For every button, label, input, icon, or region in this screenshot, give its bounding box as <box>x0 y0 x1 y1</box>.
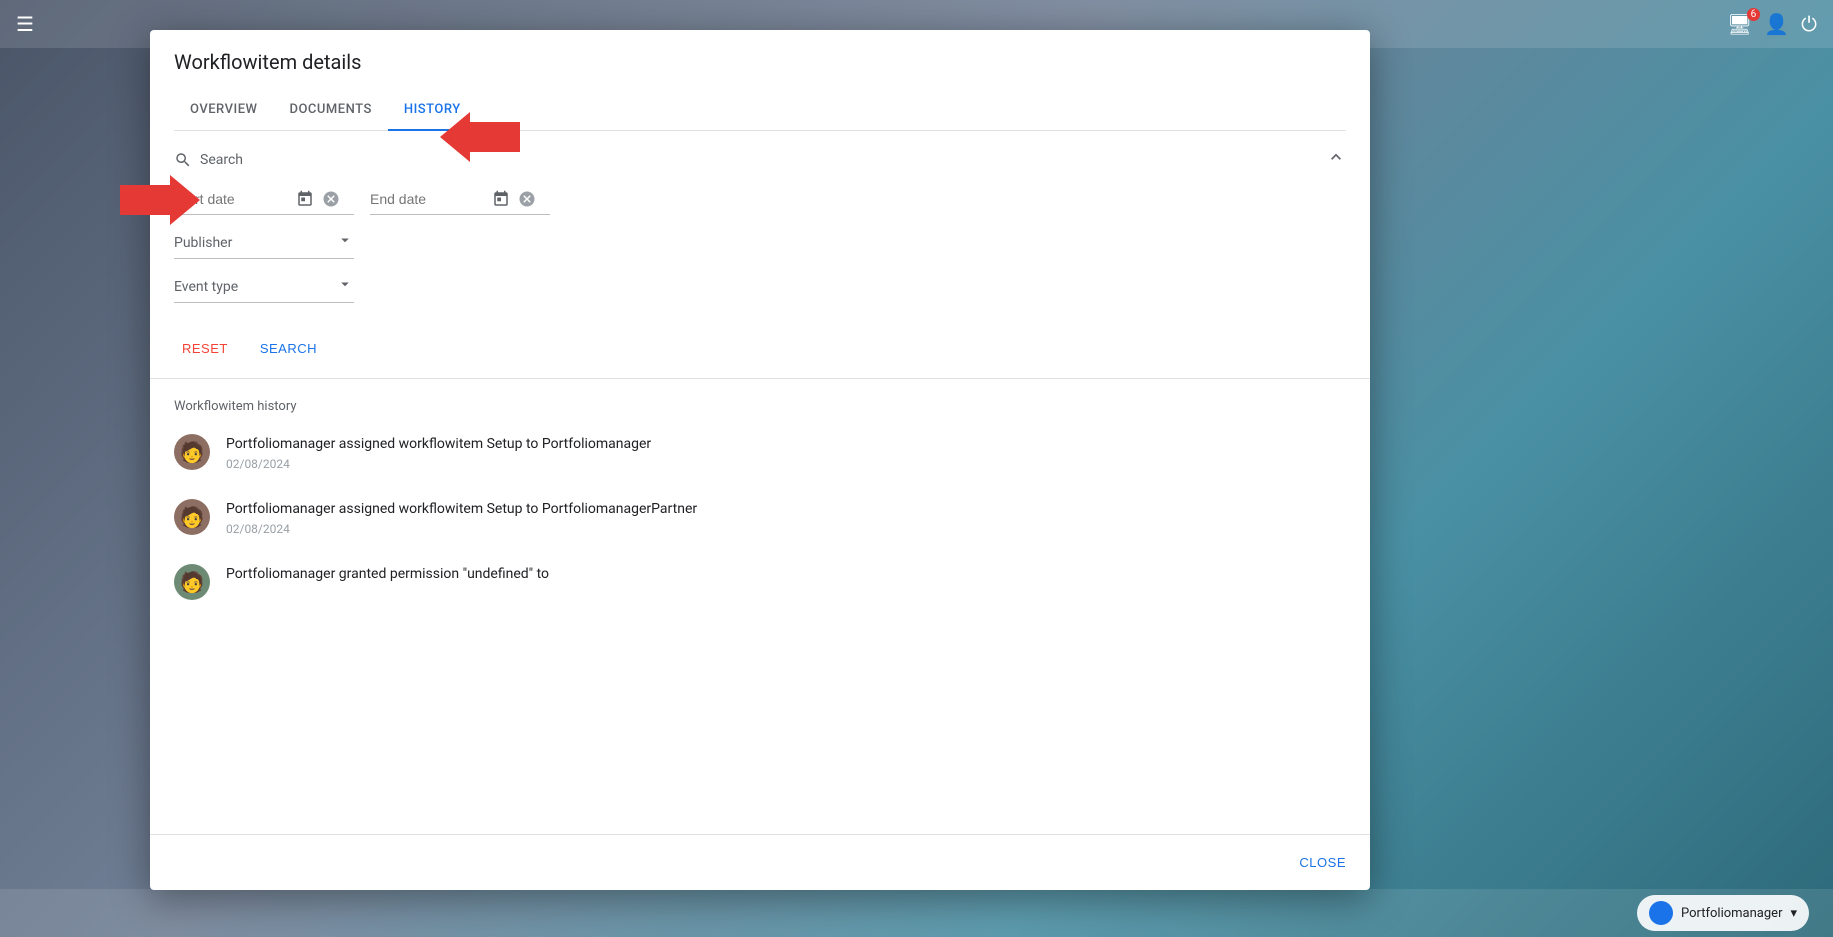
search-icon <box>174 151 192 169</box>
end-date-input[interactable] <box>370 191 490 207</box>
start-date-clear-icon[interactable] <box>320 188 342 210</box>
search-actions: RESET SEARCH <box>174 319 1346 378</box>
avatar-image: 🧑 <box>180 440 205 464</box>
search-text: Search <box>200 152 243 168</box>
publisher-row: Publisher <box>174 231 1346 259</box>
person-icon[interactable]: 👤 <box>1764 12 1789 36</box>
monitor-icon[interactable]: 🖥 6 <box>1727 12 1752 36</box>
history-item: 🧑 Portfoliomanager assigned workflowitem… <box>174 499 1346 536</box>
portfolio-label: Portfoliomanager <box>1681 906 1783 921</box>
history-item-date: 02/08/2024 <box>226 522 1346 536</box>
start-date-wrap <box>174 188 354 215</box>
collapse-icon[interactable] <box>1326 147 1346 172</box>
end-date-calendar-icon[interactable] <box>490 188 512 210</box>
history-item-content: Portfoliomanager assigned workflowitem S… <box>226 499 1346 536</box>
publisher-wrap[interactable]: Publisher <box>174 231 354 259</box>
history-item-text: Portfoliomanager assigned workflowitem S… <box>226 499 1346 520</box>
avatar-image: 🧑 <box>180 570 205 594</box>
menu-icon[interactable]: ☰ <box>16 12 34 36</box>
end-date-field <box>370 188 550 215</box>
history-item-content: Portfoliomanager assigned workflowitem S… <box>226 434 1346 471</box>
dialog: Workflowitem details OVERVIEW DOCUMENTS … <box>150 30 1370 890</box>
event-type-dropdown-icon <box>336 275 354 298</box>
history-item-text: Portfoliomanager granted permission "und… <box>226 564 1346 585</box>
avatar-image: 🧑 <box>180 505 205 529</box>
history-item-text: Portfoliomanager assigned workflowitem S… <box>226 434 1346 455</box>
tabs: OVERVIEW DOCUMENTS HISTORY <box>174 90 1346 131</box>
top-bar-right: 🖥 6 👤 ⏻ <box>1727 12 1817 36</box>
avatar: 🧑 <box>174 434 210 470</box>
search-button[interactable]: SEARCH <box>252 335 325 362</box>
top-bar-left: ☰ <box>16 12 34 36</box>
dialog-footer: CLOSE <box>150 834 1370 890</box>
start-date-icons <box>294 188 342 210</box>
portfolio-dropdown-icon: ▾ <box>1790 906 1797 921</box>
close-button[interactable]: CLOSE <box>1291 847 1354 878</box>
reset-button[interactable]: RESET <box>174 335 236 362</box>
event-type-field: Event type <box>174 275 354 303</box>
publisher-field: Publisher <box>174 231 354 259</box>
notification-badge: 6 <box>1747 8 1761 21</box>
history-item: 🧑 Portfoliomanager granted permission "u… <box>174 564 1346 600</box>
history-item-content: Portfoliomanager granted permission "und… <box>226 564 1346 587</box>
history-item-date: 02/08/2024 <box>226 457 1346 471</box>
event-type-wrap[interactable]: Event type <box>174 275 354 303</box>
start-date-calendar-icon[interactable] <box>294 188 316 210</box>
tab-overview[interactable]: OVERVIEW <box>174 90 273 131</box>
history-item: 🧑 Portfoliomanager assigned workflowitem… <box>174 434 1346 471</box>
search-header: Search <box>174 147 1346 172</box>
portfolio-avatar <box>1649 901 1673 925</box>
tab-documents[interactable]: DOCUMENTS <box>273 90 387 131</box>
end-date-wrap <box>370 188 550 215</box>
portfolio-chip[interactable]: Portfoliomanager ▾ <box>1637 895 1809 931</box>
avatar: 🧑 <box>174 499 210 535</box>
dialog-body: Search <box>150 131 1370 834</box>
search-section: Search <box>150 131 1370 379</box>
start-date-field <box>174 188 354 215</box>
event-type-label: Event type <box>174 279 336 295</box>
date-fields-row <box>174 188 1346 215</box>
dialog-header: Workflowitem details OVERVIEW DOCUMENTS … <box>150 30 1370 131</box>
arrow-indicator-search <box>120 175 200 225</box>
history-section-title: Workflowitem history <box>174 399 1346 414</box>
end-date-clear-icon[interactable] <box>516 188 538 210</box>
arrow-indicator-history <box>440 112 520 162</box>
history-section: Workflowitem history 🧑 Portfoliomanager … <box>150 379 1370 648</box>
end-date-icons <box>490 188 538 210</box>
bottom-bar: Portfoliomanager ▾ <box>0 889 1833 937</box>
publisher-dropdown-icon <box>336 231 354 254</box>
publisher-label: Publisher <box>174 235 336 251</box>
search-label: Search <box>174 151 243 169</box>
power-icon[interactable]: ⏻ <box>1801 12 1817 36</box>
event-type-row: Event type <box>174 275 1346 303</box>
avatar: 🧑 <box>174 564 210 600</box>
dialog-title: Workflowitem details <box>174 50 1346 74</box>
